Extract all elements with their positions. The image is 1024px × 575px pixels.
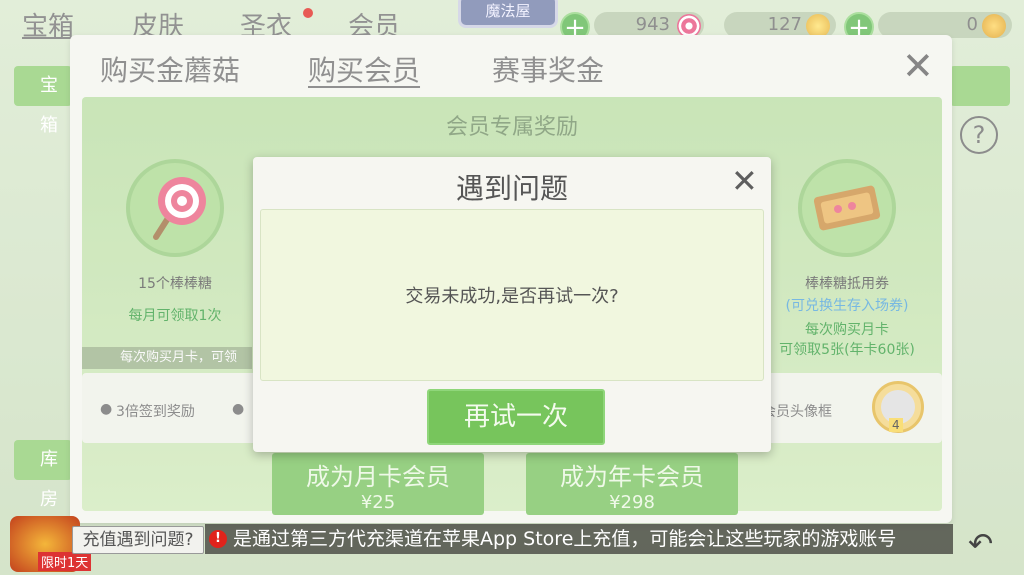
announcement-ticker: ! 是通过第三方代充渠道在苹果App Store上充值，可能会让这些玩家的游戏账… xyxy=(205,524,953,554)
recharge-problem-button[interactable]: 充值遇到问题? xyxy=(72,526,204,554)
limited-offer-label: 限时1天 xyxy=(38,552,92,571)
warning-icon: ! xyxy=(209,530,227,548)
dialog-close-icon[interactable]: ✕ xyxy=(731,165,758,197)
dialog-message: 交易未成功,是否再试一次? xyxy=(405,286,619,307)
dialog-message-box: 交易未成功,是否再试一次? xyxy=(260,209,764,381)
ticker-text: 是通过第三方代充渠道在苹果App Store上充值，可能会让这些玩家的游戏账号 xyxy=(233,528,897,550)
back-arrow-icon[interactable]: ↶ xyxy=(968,527,993,562)
retry-button[interactable]: 再试一次 xyxy=(427,389,605,445)
problem-dialog: 遇到问题 ✕ 交易未成功,是否再试一次? 再试一次 xyxy=(253,157,771,452)
dialog-title: 遇到问题 xyxy=(455,172,568,205)
